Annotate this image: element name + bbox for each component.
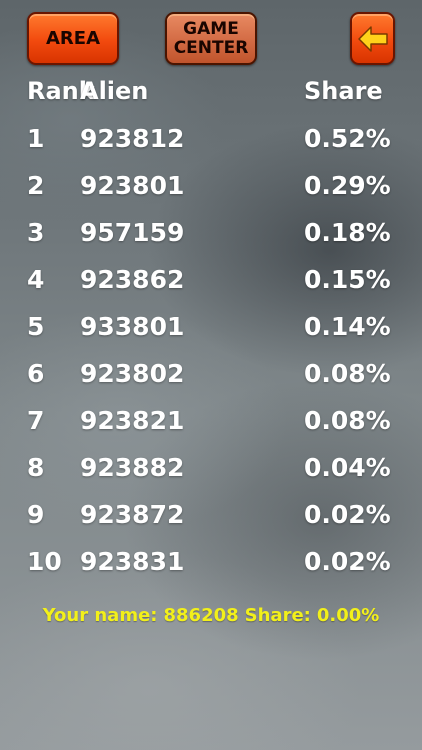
game-center-label-line2: CENTER [173,37,249,58]
alien-cell: 923821 [80,406,185,435]
rank-cell: 5 [27,312,45,341]
alien-cell: 923802 [80,359,185,388]
table-row: 4 923862 0.15% [0,265,422,305]
area-button-label: AREA [45,28,101,49]
share-cell: 0.18% [304,218,391,247]
back-arrow-icon [357,25,388,52]
your-name-label: Your name: [42,605,158,626]
game-center-label-line1: GAME [183,18,239,39]
alien-cell: 933801 [80,312,185,341]
rank-cell: 9 [27,500,45,529]
share-cell: 0.15% [304,265,391,294]
table-header: Rank Alien Share [0,77,422,117]
share-cell: 0.29% [304,171,391,200]
rank-cell: 10 [27,547,62,576]
table-row: 6 923802 0.08% [0,359,422,399]
share-cell: 0.02% [304,547,391,576]
rank-cell: 8 [27,453,45,482]
rank-cell: 6 [27,359,45,388]
header-share: Share [304,77,383,105]
table-row: 2 923801 0.29% [0,171,422,211]
alien-cell: 957159 [80,218,185,247]
rank-cell: 3 [27,218,45,247]
table-row: 9 923872 0.02% [0,500,422,540]
rank-cell: 1 [27,124,45,153]
rank-cell: 7 [27,406,45,435]
table-row: 3 957159 0.18% [0,218,422,258]
game-center-button[interactable]: GAME CENTER [165,12,257,65]
share-value: 0.00% [316,605,380,626]
alien-cell: 923882 [80,453,185,482]
share-label: Share: [244,605,311,626]
share-cell: 0.08% [304,359,391,388]
header-alien: Alien [80,77,149,105]
rank-cell: 2 [27,171,45,200]
share-cell: 0.04% [304,453,391,482]
alien-cell: 923812 [80,124,185,153]
area-button[interactable]: AREA [27,12,119,65]
leaderboard-screen: { "toolbar": { "area_label": "AREA", "ga… [0,0,422,750]
table-row: 1 923812 0.52% [0,124,422,164]
player-stats: Your name: 886208 Share: 0.00% [0,605,422,626]
alien-cell: 923872 [80,500,185,529]
your-name-value: 886208 [163,605,239,626]
rank-cell: 4 [27,265,45,294]
share-cell: 0.08% [304,406,391,435]
alien-cell: 923862 [80,265,185,294]
table-row: 10 923831 0.02% [0,547,422,587]
table-row: 5 933801 0.14% [0,312,422,352]
alien-cell: 923801 [80,171,185,200]
table-row: 7 923821 0.08% [0,406,422,446]
share-cell: 0.52% [304,124,391,153]
back-button[interactable] [350,12,395,65]
share-cell: 0.02% [304,500,391,529]
share-cell: 0.14% [304,312,391,341]
game-center-button-label: GAME CENTER [173,18,249,58]
alien-cell: 923831 [80,547,185,576]
table-row: 8 923882 0.04% [0,453,422,493]
